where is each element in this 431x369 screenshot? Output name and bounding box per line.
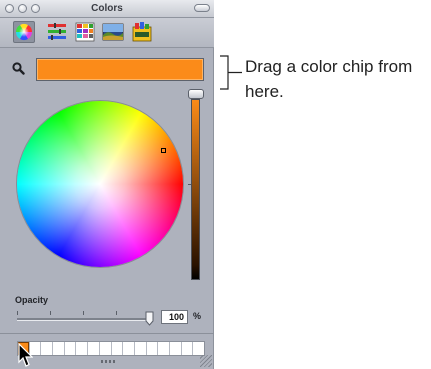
opacity-value-field[interactable]: 100 (161, 310, 188, 324)
pointer-cursor-icon (18, 342, 33, 367)
tab-color-wheel[interactable] (13, 21, 35, 43)
tab-crayons[interactable] (131, 21, 153, 43)
color-swatch-empty[interactable] (100, 342, 112, 355)
color-swatch-empty[interactable] (88, 342, 100, 355)
swatch-drawer-grip[interactable] (101, 360, 115, 363)
opacity-tick (83, 311, 84, 315)
color-swatch-empty[interactable] (112, 342, 124, 355)
callout-bracket (220, 55, 242, 90)
callout-text: Drag a color chip from here. (245, 57, 413, 101)
opacity-label: Opacity (15, 295, 49, 305)
brightness-slider-tick (188, 184, 191, 185)
title-bar[interactable]: Colors (0, 0, 214, 18)
tab-color-sliders[interactable] (46, 21, 68, 43)
window-title: Colors (91, 3, 123, 14)
color-wheel[interactable] (17, 101, 183, 267)
color-swatch-empty[interactable] (170, 342, 182, 355)
magnifier-icon[interactable] (12, 62, 25, 75)
crayons-icon (132, 22, 152, 42)
brightness-slider-track[interactable] (191, 99, 200, 280)
color-swatch-empty[interactable] (65, 342, 77, 355)
swatch-divider (0, 333, 214, 334)
color-swatch-empty[interactable] (135, 342, 147, 355)
color-swatch-empty[interactable] (76, 342, 89, 355)
color-swatch-empty[interactable] (53, 342, 65, 355)
color-swatch-empty[interactable] (41, 342, 54, 355)
image-palettes-icon (102, 23, 124, 41)
color-swatch-empty[interactable] (193, 342, 204, 355)
opacity-tick (116, 311, 117, 315)
picker-toolbar (0, 18, 214, 48)
color-swatch-empty[interactable] (158, 342, 170, 355)
color-sliders-icon (48, 23, 66, 40)
color-swatch-row (17, 341, 205, 356)
opacity-slider-track[interactable] (17, 318, 150, 321)
resize-handle[interactable] (200, 355, 212, 367)
opacity-tick (17, 311, 18, 315)
opacity-slider-knob[interactable] (145, 311, 154, 326)
opacity-tick (50, 311, 51, 315)
colors-panel: Colors Opacity 100 % (0, 0, 214, 369)
color-wheel-marker[interactable] (161, 148, 166, 153)
tab-image-palettes[interactable] (102, 21, 124, 43)
color-wheel-icon (15, 23, 33, 41)
tab-color-palettes[interactable] (74, 21, 96, 43)
toolbar-toggle-button[interactable] (194, 4, 210, 12)
color-swatch-empty[interactable] (182, 342, 194, 355)
brightness-slider-knob[interactable] (188, 89, 204, 99)
color-palettes-icon (75, 22, 95, 42)
current-color-swatch[interactable] (36, 58, 204, 81)
color-swatch-empty[interactable] (123, 342, 135, 355)
opacity-unit: % (193, 311, 202, 321)
color-swatch-empty[interactable] (147, 342, 159, 355)
